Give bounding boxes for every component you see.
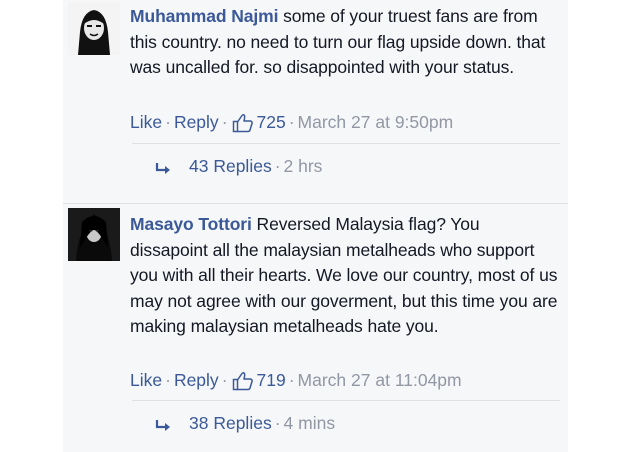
reply-arrow-icon [155,160,173,174]
like-link[interactable]: Like [130,112,162,133]
reply-arrow-icon [155,417,173,431]
thumbs-up-icon[interactable] [232,371,254,391]
comment-author[interactable]: Muhammad Najmi [130,6,278,26]
separator: · [165,111,171,132]
comment-timestamp[interactable]: March 27 at 9:50pm [298,112,454,133]
view-replies[interactable]: 43 Replies · 2 hrs [155,154,322,178]
avatar[interactable] [68,208,120,261]
comment-author[interactable]: Masayo Tottori [130,214,252,234]
like-count[interactable]: 719 [257,370,286,391]
reply-link[interactable]: Reply [174,370,219,391]
avatar-image [68,2,120,55]
like-count[interactable]: 725 [257,112,286,133]
replies-time: 2 hrs [283,155,323,176]
separator: · [165,369,171,390]
reply-link[interactable]: Reply [174,112,219,133]
separator: · [288,111,295,132]
separator: · [274,155,281,176]
comment-actions: Like · Reply · 719 · March 27 at 11:04pm [130,368,462,392]
avatar-image [68,208,120,261]
separator: · [288,369,295,390]
replies-time: 4 mins [283,412,336,433]
comment-actions: Like · Reply · 725 · March 27 at 9:50pm [130,110,453,134]
separator: · [274,412,281,433]
like-link[interactable]: Like [130,370,162,391]
comment-body: Masayo Tottori Reversed Malaysia flag? Y… [130,212,560,340]
avatar[interactable] [68,2,120,55]
comment-divider [63,203,568,204]
view-replies[interactable]: 38 Replies · 4 mins [155,411,335,435]
separator: · [221,111,228,132]
thumbs-up-icon[interactable] [232,113,254,133]
replies-count[interactable]: 43 Replies [189,156,272,177]
replies-divider [132,400,560,401]
replies-count[interactable]: 38 Replies [189,413,272,434]
separator: · [221,369,228,390]
comment-timestamp[interactable]: March 27 at 11:04pm [298,370,462,391]
replies-divider [132,143,560,144]
comment-body: Muhammad Najmi some of your truest fans … [130,4,560,81]
